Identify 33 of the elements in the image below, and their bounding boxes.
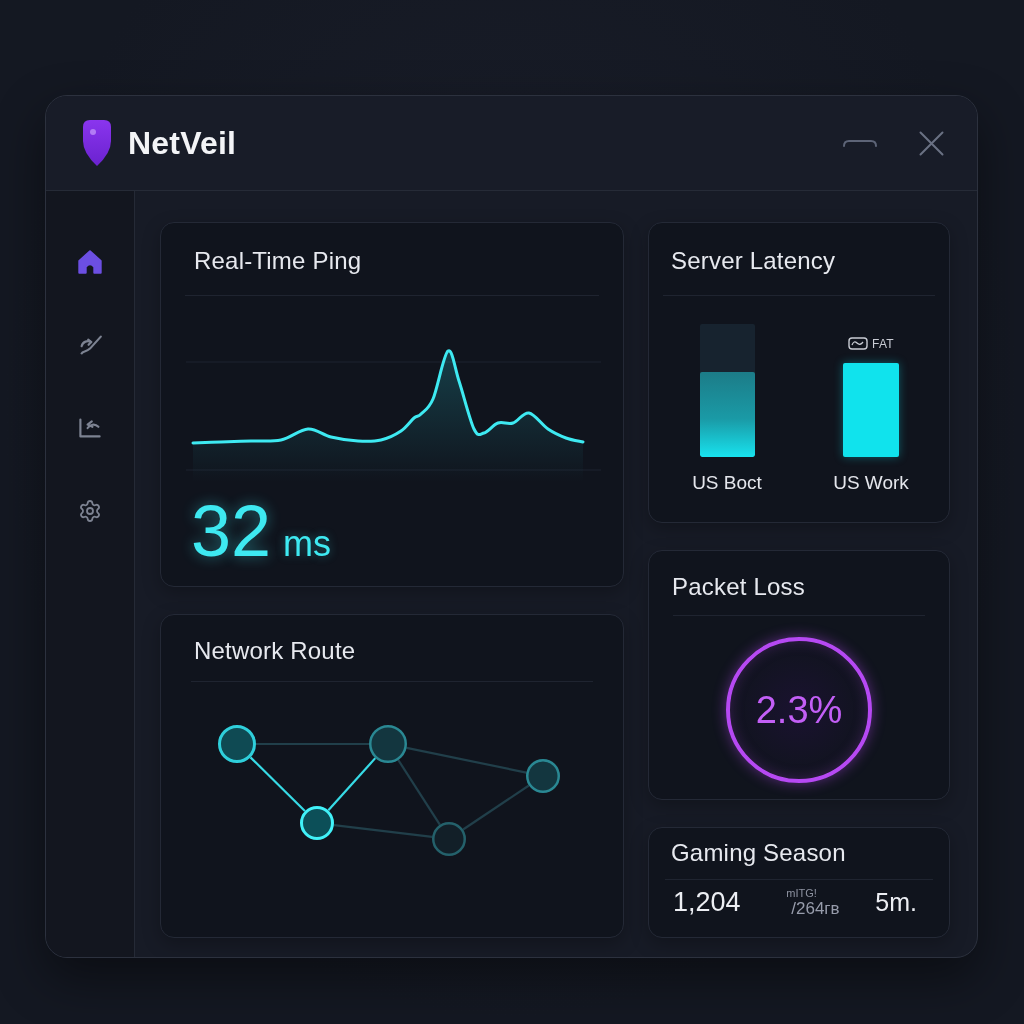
- route-connector: [462, 784, 530, 831]
- stat-value: /264гв: [791, 899, 840, 918]
- card-title: Packet Loss: [671, 572, 806, 600]
- loss-value: 2.3%: [755, 690, 843, 729]
- card-title: Server Latency: [670, 246, 837, 274]
- shield-logo-icon: [80, 119, 114, 167]
- route-node: [369, 725, 407, 763]
- server-label: US Boct: [692, 472, 762, 494]
- card-title: Gaming Season: [670, 838, 847, 866]
- stat-value: 5m.: [875, 890, 917, 915]
- card-title: Real-Time Ping: [193, 246, 363, 274]
- ping-unit: ms: [283, 526, 332, 562]
- route-node: [526, 759, 560, 793]
- stat-caption: mITG!: [786, 887, 817, 899]
- chip-icon: [848, 337, 868, 351]
- stat-value: 1,204: [673, 889, 741, 916]
- close-icon: [919, 130, 944, 156]
- ping-value: 32: [191, 495, 272, 567]
- route-connector: [249, 756, 306, 812]
- route-node: [218, 725, 256, 763]
- bar-tag: FAT: [872, 336, 894, 351]
- route-connector: [327, 757, 377, 812]
- route-node: [300, 806, 334, 840]
- close-button[interactable]: [919, 130, 944, 156]
- route-node: [432, 822, 466, 856]
- card-title: Network Route: [193, 636, 357, 664]
- home-icon: [78, 250, 102, 274]
- minimize-button[interactable]: [843, 139, 877, 147]
- minimize-icon: [843, 139, 877, 147]
- settings-icon: [78, 499, 102, 523]
- server-label: US Work: [833, 472, 909, 494]
- app-title: NetVeil: [128, 127, 237, 159]
- nav-button[interactable]: [76, 248, 104, 276]
